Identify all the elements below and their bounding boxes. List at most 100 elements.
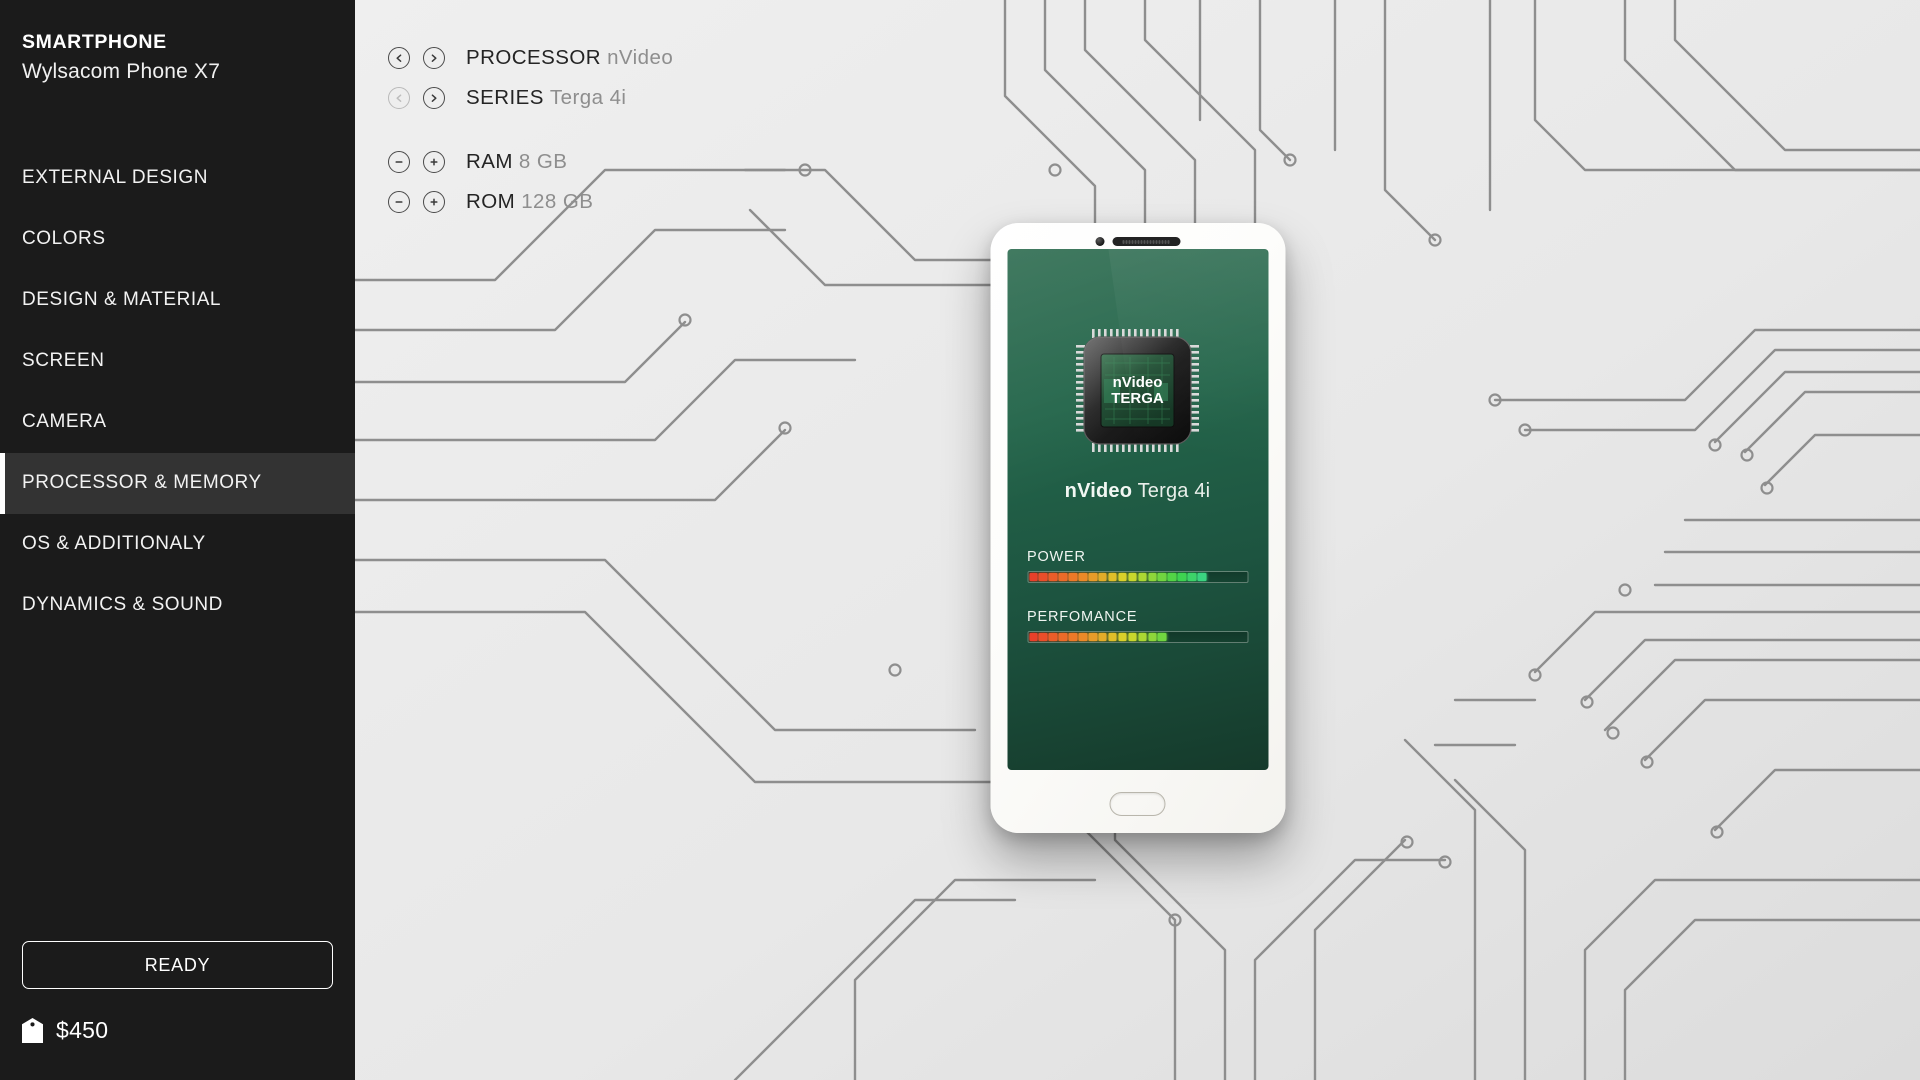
sidebar-item-colors[interactable]: COLORS — [0, 209, 355, 270]
next-series-button[interactable] — [423, 87, 445, 109]
home-button-icon[interactable] — [1109, 792, 1166, 816]
earpiece-speaker-icon — [1112, 237, 1180, 246]
meter-segment — [1197, 573, 1207, 581]
meter-segment — [1029, 573, 1038, 581]
series-label: SERIES — [466, 86, 544, 109]
series-readout: SERIES Terga 4i — [466, 86, 626, 110]
stepper-row-ram: RAM 8 GB — [388, 142, 673, 182]
meter-segment — [1157, 573, 1167, 581]
next-processor-button[interactable] — [423, 47, 445, 69]
sidebar-item-label: CAMERA — [22, 411, 107, 433]
meter-segment — [1218, 573, 1227, 581]
stepper-row-rom: ROM 128 GB — [388, 182, 673, 222]
rom-label: ROM — [466, 190, 516, 213]
sidebar-item-external-design[interactable]: EXTERNAL DESIGN — [0, 148, 355, 209]
selector-row-series: SERIES Terga 4i — [388, 78, 673, 118]
increase-rom-button[interactable] — [423, 191, 445, 213]
selector-row-processor: PROCESSOR nVideo — [388, 38, 673, 78]
meter-segment — [1187, 573, 1197, 581]
processor-chip-graphic: nVideo TERGA — [1070, 323, 1205, 458]
sidebar-item-os-additionaly[interactable]: OS & ADDITIONALY — [0, 514, 355, 575]
meter-track-perfomance — [1027, 631, 1248, 643]
meter-segment — [1048, 633, 1058, 641]
price-value: $450 — [56, 1017, 109, 1043]
meter-segment — [1098, 633, 1107, 641]
prev-series-button — [388, 87, 410, 109]
meter-segment — [1208, 573, 1217, 581]
meter-segment — [1188, 633, 1197, 641]
meter-segment — [1128, 633, 1137, 641]
sidebar-item-design-material[interactable]: DESIGN & MATERIAL — [0, 270, 355, 331]
meter-segment — [1128, 573, 1137, 581]
meter-segment — [1029, 633, 1038, 641]
meter-segment — [1068, 633, 1078, 641]
sidebar-item-label: EXTERNAL DESIGN — [22, 167, 208, 189]
brand-model-name: Wylsacom Phone X7 — [22, 60, 221, 84]
meter-segment — [1108, 633, 1117, 641]
ram-readout: RAM 8 GB — [466, 150, 567, 174]
series-value: Terga 4i — [549, 86, 627, 109]
processor-value: nVideo — [607, 46, 674, 69]
sidebar: SMARTPHONE Wylsacom Phone X7 EXTERNAL DE… — [0, 0, 355, 1080]
meter-segment — [1157, 633, 1167, 641]
sidebar-item-label: OS & ADDITIONALY — [22, 533, 206, 555]
rom-value: 128 GB — [521, 190, 594, 213]
meter-segment — [1148, 633, 1157, 641]
sidebar-item-processor-memory[interactable]: PROCESSOR & MEMORY — [0, 452, 355, 514]
rom-readout: ROM 128 GB — [466, 190, 593, 214]
meter-segment — [1177, 573, 1187, 581]
meter-segment — [1208, 633, 1217, 641]
sidebar-item-label: SCREEN — [22, 350, 105, 372]
performance-meters: POWER PERFOMANCE — [1007, 549, 1268, 669]
sidebar-item-label: COLORS — [22, 228, 106, 250]
meter-segment — [1098, 573, 1107, 581]
meter-segment — [1088, 573, 1098, 581]
front-camera-icon — [1095, 237, 1104, 246]
meter-segment — [1038, 573, 1048, 581]
phone-configurator-app: SMARTPHONE Wylsacom Phone X7 EXTERNAL DE… — [0, 0, 1920, 1080]
screen-title-model: Terga 4i — [1137, 480, 1211, 502]
prev-processor-button[interactable] — [388, 47, 410, 69]
meter-segment — [1167, 573, 1177, 581]
phone-mockup: nVideo TERGA nVideo Terga 4i POWER PERFOM… — [990, 223, 1285, 833]
meter-segment — [1108, 573, 1117, 581]
meter-segment — [1038, 633, 1048, 641]
meter-segment — [1068, 573, 1078, 581]
increase-ram-button[interactable] — [423, 151, 445, 173]
meter-segment — [1227, 573, 1236, 581]
ready-button-wrap: READY — [0, 941, 355, 989]
meter-segment — [1178, 633, 1187, 641]
meter-power: POWER — [1027, 549, 1248, 583]
meter-segment — [1118, 633, 1127, 641]
phone-top-bar — [990, 234, 1285, 249]
chip-series-text: TERGA — [1111, 390, 1164, 407]
chip-brand-text: nVideo — [1113, 374, 1163, 391]
meter-track-power — [1027, 571, 1248, 583]
screen-chip-title: nVideo Terga 4i — [1007, 480, 1268, 503]
meter-segment — [1058, 573, 1068, 581]
decrease-ram-button[interactable] — [388, 151, 410, 173]
sidebar-item-dynamics-sound[interactable]: DYNAMICS & SOUND — [0, 575, 355, 636]
sidebar-item-label: PROCESSOR & MEMORY — [22, 472, 262, 494]
meter-segment — [1198, 633, 1207, 641]
meter-segment — [1058, 633, 1068, 641]
meter-segment — [1078, 573, 1088, 581]
meter-segment — [1138, 633, 1147, 641]
decrease-rom-button[interactable] — [388, 191, 410, 213]
meter-segment — [1138, 573, 1147, 581]
brand-category: SMARTPHONE — [22, 31, 167, 53]
sidebar-item-label: DYNAMICS & SOUND — [22, 594, 223, 616]
stepper-group: RAM 8 GB ROM 128 GB — [388, 142, 673, 222]
main-stage: PROCESSOR nVideo SERIES Terga 4i RAM 8 GB ROM… — [355, 0, 1920, 1080]
sidebar-item-screen[interactable]: SCREEN — [0, 331, 355, 392]
sidebar-item-camera[interactable]: CAMERA — [0, 392, 355, 453]
meter-segment — [1227, 633, 1236, 641]
price-tag-icon — [22, 1018, 43, 1043]
ready-button[interactable]: READY — [22, 941, 333, 989]
option-controls: PROCESSOR nVideo SERIES Terga 4i RAM 8 GB ROM… — [355, 0, 673, 222]
meter-label-power: POWER — [1027, 549, 1086, 565]
meter-perfomance: PERFOMANCE — [1027, 609, 1248, 643]
meter-segment — [1078, 633, 1088, 641]
brand-block: SMARTPHONE Wylsacom Phone X7 — [0, 0, 355, 86]
